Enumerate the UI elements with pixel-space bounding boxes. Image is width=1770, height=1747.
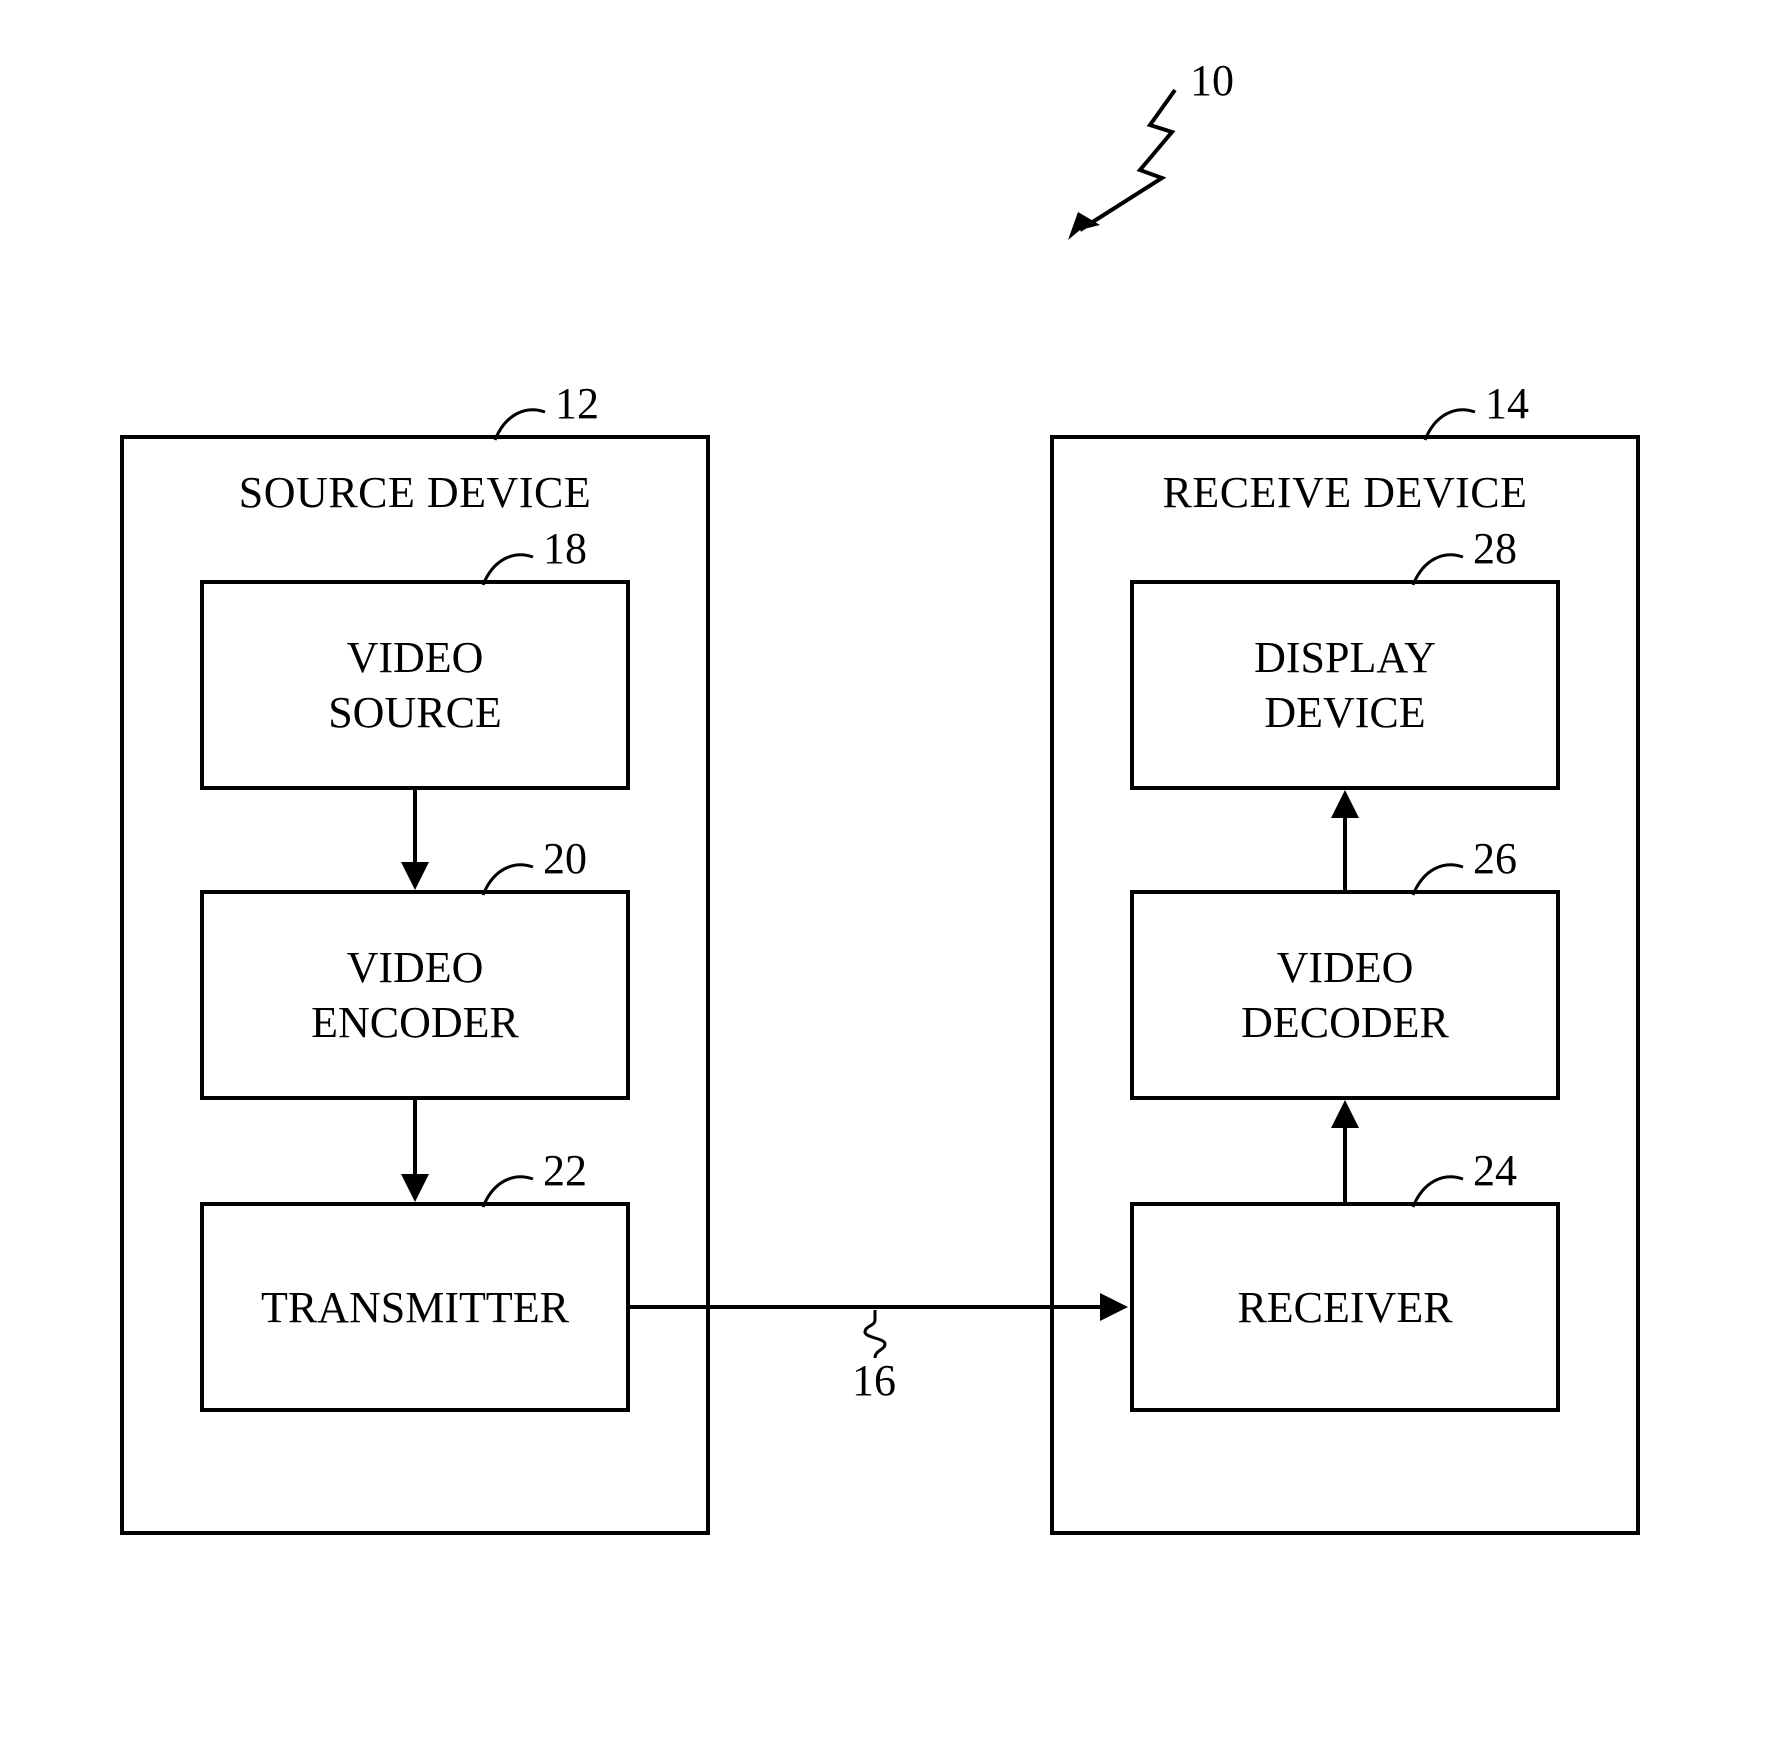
ref-curve-28 [1408, 545, 1468, 585]
receiver-label: RECEIVER [1134, 1206, 1556, 1408]
display-device-box: DISPLAY DEVICE [1130, 580, 1560, 790]
ref-link: 16 [852, 1355, 896, 1406]
video-decoder-box: VIDEO DECODER [1130, 890, 1560, 1100]
ref-video-encoder: 20 [543, 833, 587, 884]
video-encoder-label: VIDEO ENCODER [204, 894, 626, 1096]
arrow-head-vs-to-ve [401, 862, 429, 890]
ref-receive-device: 14 [1485, 378, 1529, 429]
transmitter-label: TRANSMITTER [204, 1206, 626, 1408]
system-arrow-icon [1020, 80, 1200, 240]
ref-curve-14 [1420, 400, 1480, 440]
display-device-label: DISPLAY DEVICE [1134, 584, 1556, 786]
ref-curve-26 [1408, 855, 1468, 895]
ref-curve-20 [478, 855, 538, 895]
ref-source-device: 12 [555, 378, 599, 429]
ref-video-decoder: 26 [1473, 833, 1517, 884]
ref-curve-12 [490, 400, 550, 440]
arrow-ve-to-tx [413, 1100, 417, 1180]
transmitter-box: TRANSMITTER [200, 1202, 630, 1412]
receive-device-title: RECEIVE DEVICE [1054, 467, 1636, 518]
receiver-box: RECEIVER [1130, 1202, 1560, 1412]
arrow-head-vd-to-dd [1331, 790, 1359, 818]
arrow-rx-to-vd [1343, 1128, 1347, 1202]
arrow-tx-to-rx [630, 1305, 1100, 1309]
ref-display-device: 28 [1473, 523, 1517, 574]
arrow-head-ve-to-tx [401, 1174, 429, 1202]
arrow-head-tx-to-rx [1100, 1293, 1128, 1321]
video-decoder-label: VIDEO DECODER [1134, 894, 1556, 1096]
ref-curve-22 [478, 1167, 538, 1207]
video-source-box: VIDEO SOURCE [200, 580, 630, 790]
diagram-canvas: 10 SOURCE DEVICE 12 VIDEO SOURCE 18 VIDE… [0, 0, 1770, 1747]
ref-curve-24 [1408, 1167, 1468, 1207]
ref-system: 10 [1190, 55, 1234, 106]
source-device-title: SOURCE DEVICE [124, 467, 706, 518]
video-source-label: VIDEO SOURCE [204, 584, 626, 786]
video-encoder-box: VIDEO ENCODER [200, 890, 630, 1100]
ref-transmitter: 22 [543, 1145, 587, 1196]
ref-video-source: 18 [543, 523, 587, 574]
arrow-vd-to-dd [1343, 818, 1347, 890]
ref-receiver: 24 [1473, 1145, 1517, 1196]
ref-curve-18 [478, 545, 538, 585]
arrow-head-rx-to-vd [1331, 1100, 1359, 1128]
arrow-vs-to-ve [413, 790, 417, 868]
link-squiggle-icon [860, 1310, 890, 1358]
